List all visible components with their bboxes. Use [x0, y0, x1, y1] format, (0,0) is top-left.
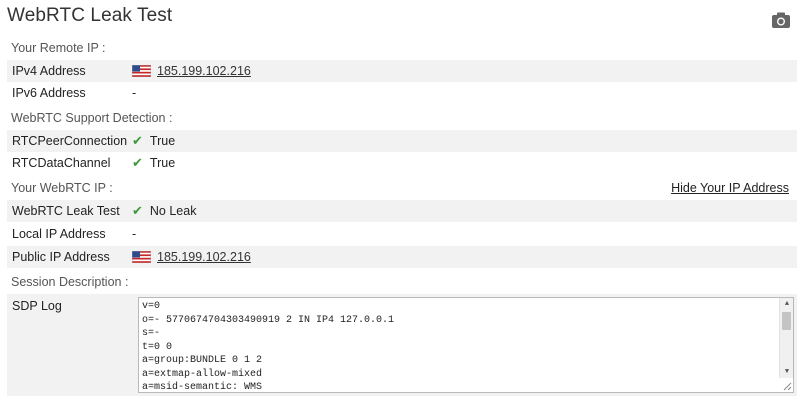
- peer-connection-label: RTCPeerConnection: [12, 134, 128, 148]
- data-channel-value: True: [149, 156, 176, 170]
- checkmark-icon: ✔: [132, 203, 143, 218]
- sdp-log-label: SDP Log: [12, 299, 62, 313]
- sdp-log-row: SDP Log v=0 o=- 5770674704303490919 2 IN …: [7, 294, 797, 396]
- peer-connection-value: True: [149, 134, 176, 148]
- section-remote-ip: Your Remote IP :: [11, 41, 106, 55]
- page-title: WebRTC Leak Test: [7, 5, 173, 26]
- ipv6-label: IPv6 Address: [12, 86, 86, 100]
- sdp-log-line: a=extmap-allow-mixed: [142, 368, 263, 380]
- leak-test-label: WebRTC Leak Test: [12, 204, 120, 218]
- section-webrtc-support: WebRTC Support Detection :: [11, 111, 173, 125]
- ipv6-value: -: [132, 86, 137, 100]
- sdp-log-line: s=-: [142, 328, 161, 339]
- resize-handle-icon[interactable]: [782, 381, 792, 391]
- public-ip-label: Public IP Address: [12, 250, 110, 264]
- sdp-log-line: v=0: [142, 301, 161, 312]
- public-ip-value-link[interactable]: 185.199.102.216: [157, 250, 251, 264]
- local-ip-row: Local IP Address -: [7, 223, 797, 245]
- leak-test-value: No Leak: [149, 204, 197, 218]
- sdp-scrollbar[interactable]: ▲ ▼: [779, 298, 793, 378]
- leak-test-row: WebRTC Leak Test ✔ No Leak: [7, 200, 797, 222]
- sdp-log-line: o=- 5770674704303490919 2 IN IP4 127.0.0…: [142, 314, 395, 326]
- scroll-thumb[interactable]: [782, 312, 791, 330]
- peer-connection-row: RTCPeerConnection ✔ True: [7, 130, 797, 152]
- sdp-log-content: v=0 o=- 5770674704303490919 2 IN IP4 127.…: [142, 300, 395, 393]
- ipv4-value-link[interactable]: 185.199.102.216: [157, 64, 251, 78]
- sdp-log-line: a=msid-semantic: WMS: [142, 382, 263, 393]
- sdp-log-line: t=0 0: [142, 341, 173, 353]
- ipv4-label: IPv4 Address: [12, 64, 86, 78]
- checkmark-icon: ✔: [132, 133, 143, 148]
- data-channel-label: RTCDataChannel: [12, 156, 111, 170]
- us-flag-icon: [132, 65, 151, 77]
- public-ip-row: Public IP Address 185.199.102.216: [7, 246, 797, 268]
- scroll-down-icon[interactable]: ▼: [780, 366, 793, 378]
- ipv6-row: IPv6 Address -: [7, 82, 797, 104]
- local-ip-label: Local IP Address: [12, 227, 106, 241]
- section-webrtc-ip: Your WebRTC IP :: [11, 181, 113, 195]
- hide-ip-link[interactable]: Hide Your IP Address: [671, 181, 789, 195]
- section-session-description: Session Description :: [11, 275, 129, 289]
- scroll-up-icon[interactable]: ▲: [780, 298, 793, 310]
- sdp-log-textarea[interactable]: v=0 o=- 5770674704303490919 2 IN IP4 127.…: [138, 297, 794, 393]
- local-ip-value: -: [132, 227, 137, 241]
- ipv4-row: IPv4 Address 185.199.102.216: [7, 60, 797, 82]
- camera-icon[interactable]: [772, 12, 790, 28]
- us-flag-icon: [132, 251, 151, 263]
- sdp-log-line: a=group:BUNDLE 0 1 2: [142, 355, 263, 366]
- data-channel-row: RTCDataChannel ✔ True: [7, 152, 797, 174]
- checkmark-icon: ✔: [132, 155, 143, 170]
